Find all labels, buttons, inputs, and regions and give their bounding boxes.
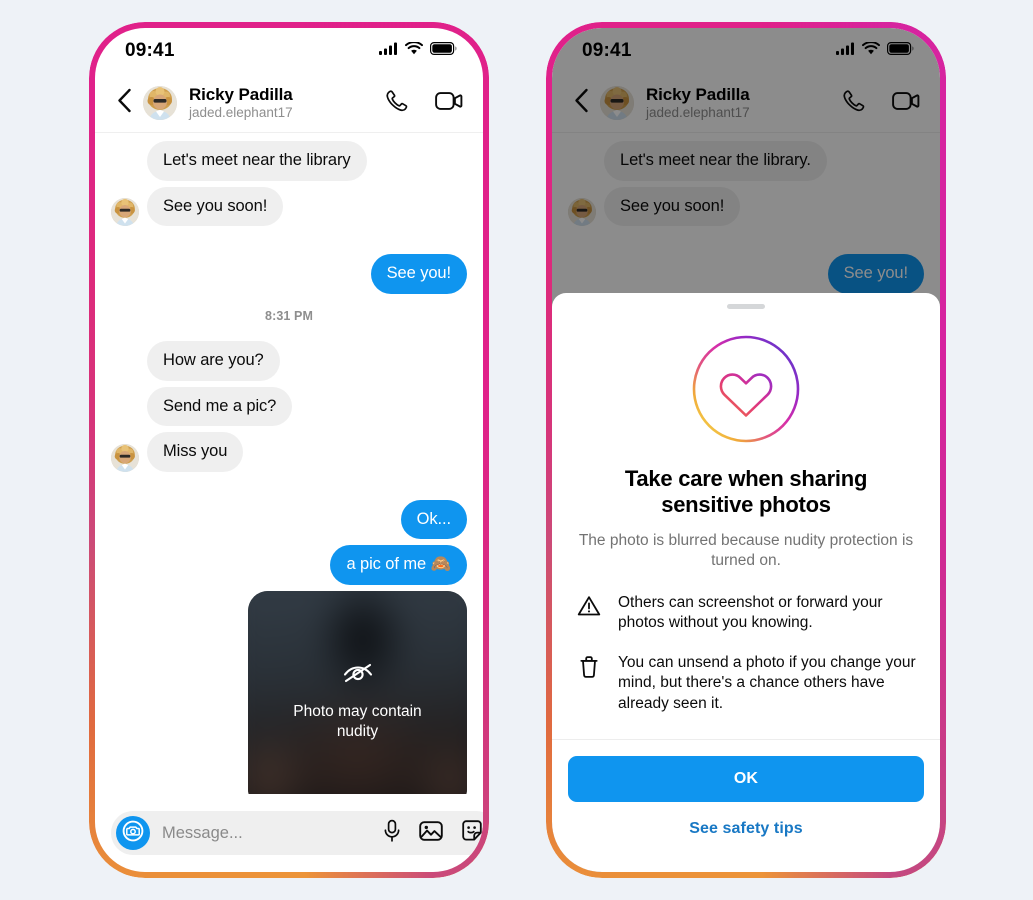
list-item-text: You can unsend a photo if you change you… [618, 653, 916, 713]
message-bubble-incoming[interactable]: Let's meet near the library [147, 141, 367, 181]
composer-icons [382, 819, 483, 848]
blurred-photo-attachment[interactable]: Photo may contain nudity [248, 591, 467, 794]
photo-overlay: Photo may contain nudity [248, 591, 467, 794]
heart-in-gradient-circle-icon [690, 333, 802, 450]
list-item: You can unsend a photo if you change you… [576, 653, 916, 713]
message-bubble-outgoing[interactable]: Ok... [401, 500, 467, 540]
video-camera-icon[interactable] [435, 90, 463, 117]
hero-icon-wrap [576, 333, 916, 450]
header-actions [383, 88, 463, 119]
phone-icon[interactable] [383, 88, 409, 119]
message-avatar [111, 198, 139, 226]
thread-timestamp: 8:31 PM [111, 309, 467, 323]
avatar-spacer [111, 153, 139, 181]
avatar-spacer [111, 353, 139, 381]
list-item-text: Others can screenshot or forward your ph… [618, 593, 916, 633]
message-bubble-incoming[interactable]: Send me a pic? [147, 387, 292, 427]
sheet-subtitle: The photo is blurred because nudity prot… [576, 531, 916, 571]
cellular-signal-icon [379, 42, 398, 60]
message-bubble-incoming[interactable]: How are you? [147, 341, 280, 381]
screenshot-canvas: 09:41 [0, 0, 1033, 900]
message-bubble-outgoing[interactable]: See you! [371, 254, 467, 294]
message-composer [95, 794, 483, 872]
message-avatar [111, 444, 139, 472]
sheet-title: Take care when sharing sensitive photos [576, 466, 916, 519]
ok-button[interactable]: OK [568, 756, 924, 802]
battery-full-icon [430, 42, 457, 60]
message-bubble-outgoing[interactable]: a pic of me 🙈 [330, 545, 467, 585]
status-bar-icons [379, 42, 457, 60]
thread-gap [111, 232, 467, 254]
photo-caption: Photo may contain nudity [278, 702, 438, 742]
message-row: Let's meet near the library [111, 141, 467, 181]
warning-triangle-icon [576, 593, 602, 617]
message-row: See you soon! [111, 187, 467, 227]
back-button[interactable] [109, 88, 139, 118]
left-phone-frame: 09:41 [89, 22, 489, 878]
wifi-icon [405, 42, 423, 60]
peer-info: Ricky Padilla jaded.elephant17 [189, 85, 383, 122]
status-bar-clock: 09:41 [125, 40, 175, 62]
photo-attachment-wrap: Photo may contain nudity Tap and hold to… [111, 591, 467, 794]
status-bar: 09:41 [95, 28, 483, 74]
eye-off-icon [341, 658, 375, 691]
composer-pill [111, 811, 483, 855]
sheet-bullets: Others can screenshot or forward your ph… [576, 593, 916, 714]
chat-header: Ricky Padilla jaded.elephant17 [95, 74, 483, 133]
list-item: Others can screenshot or forward your ph… [576, 593, 916, 633]
search-input message-input[interactable] [162, 824, 382, 843]
message-row: How are you? [111, 341, 467, 381]
peer-handle: jaded.elephant17 [189, 105, 383, 122]
avatar[interactable] [143, 86, 177, 120]
thread-gap [111, 478, 467, 500]
message-row: a pic of me 🙈 [111, 545, 467, 585]
peer-name: Ricky Padilla [189, 85, 383, 105]
sheet-body: Take care when sharing sensitive photos … [552, 309, 940, 740]
right-phone-screen: 09:41 [552, 28, 940, 872]
see-safety-tips-link[interactable]: See safety tips [568, 820, 924, 838]
microphone-icon[interactable] [382, 819, 402, 848]
camera-icon [122, 820, 144, 847]
message-row: Ok... [111, 500, 467, 540]
sticker-icon[interactable] [460, 819, 483, 848]
left-phone-screen: 09:41 [95, 28, 483, 872]
nudity-protection-sheet: Take care when sharing sensitive photos … [552, 293, 940, 872]
message-bubble-incoming[interactable]: See you soon! [147, 187, 283, 227]
trash-can-icon [576, 653, 602, 679]
right-phone-frame: 09:41 [546, 22, 946, 878]
sheet-actions: OK See safety tips [552, 740, 940, 872]
image-icon[interactable] [419, 820, 443, 847]
message-bubble-incoming[interactable]: Miss you [147, 432, 243, 472]
camera-button[interactable] [116, 816, 150, 850]
message-row: Send me a pic? [111, 387, 467, 427]
message-row: Miss you [111, 432, 467, 472]
message-row: See you! [111, 254, 467, 294]
message-thread[interactable]: Let's meet near the library See you soon… [95, 133, 483, 794]
avatar-spacer [111, 398, 139, 426]
chevron-left-icon [117, 88, 132, 118]
